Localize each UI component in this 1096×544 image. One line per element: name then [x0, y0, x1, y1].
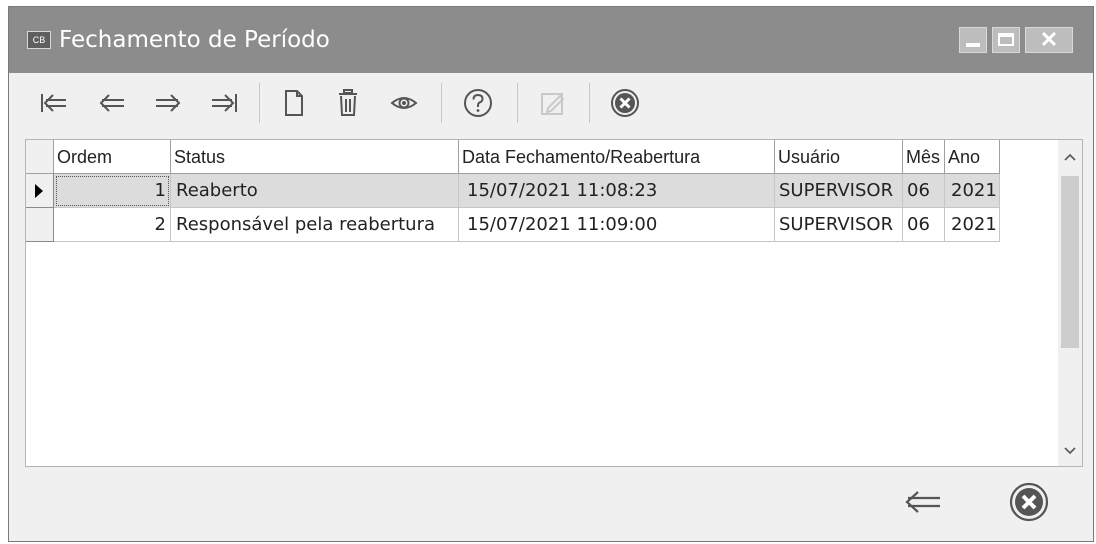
- cell-ordem[interactable]: 2: [54, 208, 171, 242]
- cell-mes[interactable]: 06: [903, 174, 945, 208]
- last-record-button[interactable]: [207, 85, 241, 121]
- cancel-icon: [611, 89, 639, 117]
- cell-ordem[interactable]: 1: [54, 174, 171, 208]
- minimize-button[interactable]: [959, 27, 987, 53]
- edit-record-button[interactable]: [535, 85, 571, 121]
- edit-icon: [541, 93, 565, 115]
- scroll-thumb[interactable]: [1061, 176, 1079, 348]
- help-button[interactable]: [459, 85, 497, 121]
- minimize-icon: [966, 43, 980, 47]
- scroll-up-button[interactable]: [1058, 144, 1082, 172]
- close-form-button[interactable]: [1001, 477, 1057, 527]
- cell-usuario[interactable]: SUPERVISOR: [775, 208, 903, 242]
- new-document-icon: [285, 90, 303, 116]
- previous-record-button[interactable]: [95, 85, 129, 121]
- column-header-usuario[interactable]: Usuário: [775, 140, 903, 174]
- next-record-button[interactable]: [151, 85, 185, 121]
- cell-ano[interactable]: 2021: [945, 208, 1000, 242]
- records-grid[interactable]: Ordem Status Data Fechamento/Reabertura …: [25, 139, 1083, 467]
- back-arrow-icon: [905, 491, 940, 513]
- cell-data[interactable]: 15/07/2021 11:08:23: [459, 174, 775, 208]
- title-bar[interactable]: CB Fechamento de Período ✕: [9, 7, 1093, 73]
- cell-data[interactable]: 15/07/2021 11:09:00: [459, 208, 775, 242]
- table-row[interactable]: 1 Reaberto 15/07/2021 11:08:23 SUPERVISO…: [26, 174, 1000, 208]
- close-window-button[interactable]: ✕: [1025, 27, 1073, 53]
- maximize-button[interactable]: [992, 27, 1020, 53]
- row-indicator[interactable]: [26, 208, 54, 242]
- chevron-up-icon: [1064, 153, 1076, 161]
- app-icon: CB: [27, 31, 51, 49]
- cell-status[interactable]: Responsável pela reabertura: [171, 208, 459, 242]
- delete-record-button[interactable]: [331, 85, 365, 121]
- toolbar: [23, 75, 1081, 133]
- table-row[interactable]: 2 Responsável pela reabertura 15/07/2021…: [26, 208, 1000, 242]
- cell-mes[interactable]: 06: [903, 208, 945, 242]
- back-button[interactable]: [895, 477, 951, 527]
- right-arrow-icon: [156, 94, 181, 112]
- column-header-ano[interactable]: Ano: [945, 140, 1000, 174]
- new-record-button[interactable]: [277, 85, 311, 121]
- left-arrow-icon: [99, 94, 124, 112]
- column-header-mes[interactable]: Mês: [903, 140, 945, 174]
- cancel-icon: [1009, 482, 1049, 522]
- first-record-button[interactable]: [37, 85, 71, 121]
- first-arrow-icon: [41, 94, 66, 112]
- help-icon: [464, 89, 492, 117]
- cancel-button[interactable]: [605, 85, 645, 121]
- column-header-ordem[interactable]: Ordem: [54, 140, 171, 174]
- toolbar-separator: [589, 83, 590, 123]
- maximize-icon: [998, 33, 1014, 46]
- column-header-status[interactable]: Status: [171, 140, 459, 174]
- trash-icon: [339, 89, 357, 116]
- cell-ano[interactable]: 2021: [945, 174, 1000, 208]
- eye-icon: [390, 97, 418, 109]
- cell-usuario[interactable]: SUPERVISOR: [775, 174, 903, 208]
- column-header-data[interactable]: Data Fechamento/Reabertura: [459, 140, 775, 174]
- period-closing-window: CB Fechamento de Período ✕ Ordem Status …: [8, 6, 1094, 542]
- window-title: Fechamento de Período: [59, 27, 330, 53]
- row-indicator-header: [26, 140, 54, 174]
- toolbar-separator: [259, 83, 260, 123]
- view-record-button[interactable]: [385, 85, 423, 121]
- current-row-indicator[interactable]: [26, 174, 54, 208]
- scroll-down-button[interactable]: [1058, 438, 1082, 466]
- toolbar-separator: [441, 83, 442, 123]
- vertical-scrollbar[interactable]: [1058, 140, 1082, 466]
- close-icon: ✕: [1039, 27, 1059, 52]
- row-pointer-icon: [35, 184, 43, 198]
- toolbar-separator: [517, 83, 518, 123]
- bottom-action-bar: [25, 469, 1083, 537]
- last-arrow-icon: [212, 94, 237, 112]
- cell-status[interactable]: Reaberto: [171, 174, 459, 208]
- chevron-down-icon: [1064, 447, 1076, 455]
